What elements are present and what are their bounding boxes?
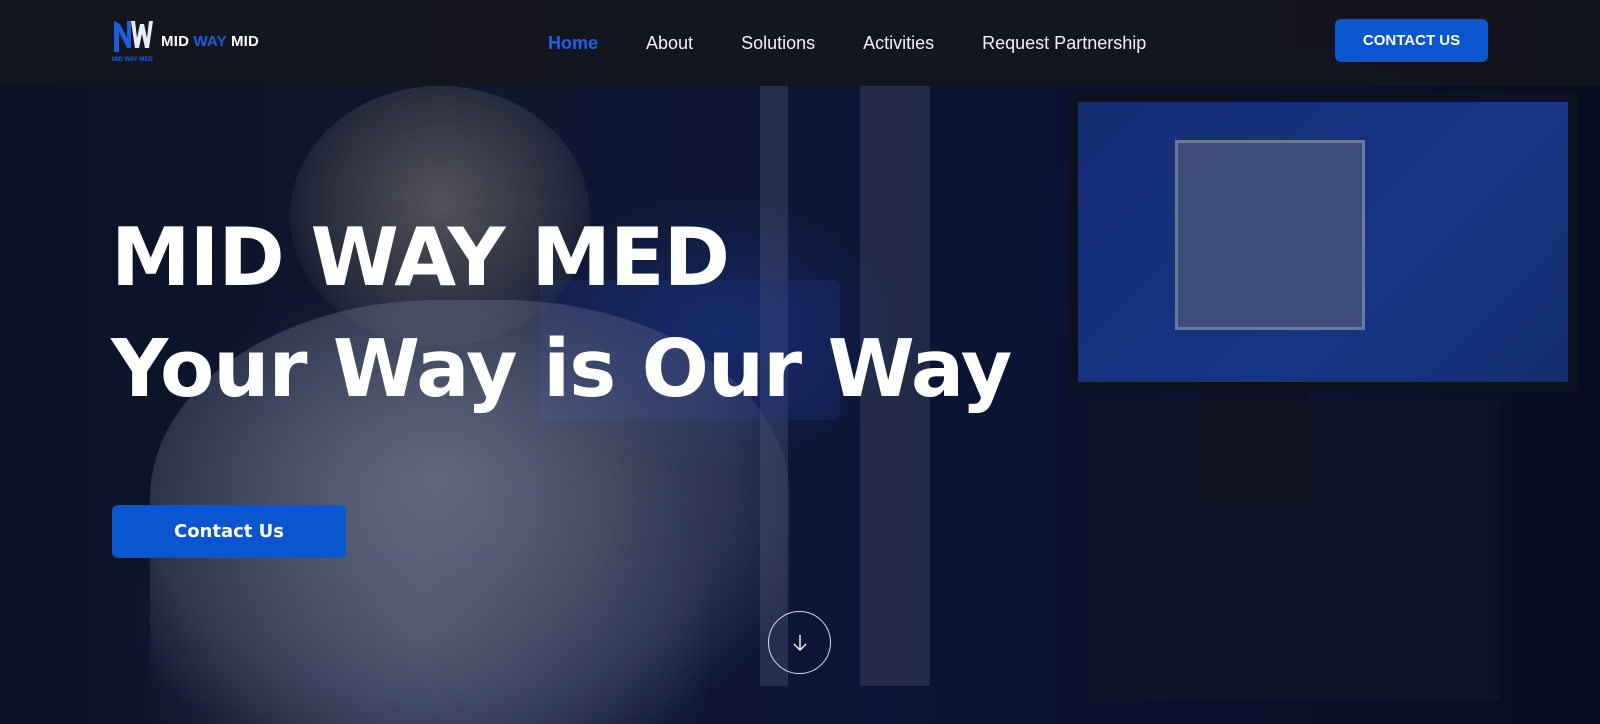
site-logo[interactable]: MID WAY MED MID WAY MID [111,18,259,64]
nav-item-request-partnership[interactable]: Request Partnership [982,33,1146,54]
main-nav: Home About Solutions Activities Request … [548,0,1146,86]
nav-item-home[interactable]: Home [548,33,598,54]
header-contact-button[interactable]: CONTACT US [1335,19,1488,62]
logo-caption: MID WAY MED [112,57,153,63]
hero-title: MID WAY MED [111,211,730,304]
nav-item-activities[interactable]: Activities [863,33,934,54]
logo-text: MID WAY MID [161,32,260,50]
site-header: MID WAY MED MID WAY MID Home About Solut… [0,0,1600,86]
scroll-down-button[interactable] [768,611,831,674]
nav-item-solutions[interactable]: Solutions [741,33,815,54]
hero-contact-button[interactable]: Contact Us [112,505,346,558]
mw-logo-icon: MID WAY MED [112,21,153,63]
arrow-down-icon [793,634,806,651]
hero-subtitle: Your Way is Our Way [111,323,1012,415]
nav-item-about[interactable]: About [646,33,693,54]
